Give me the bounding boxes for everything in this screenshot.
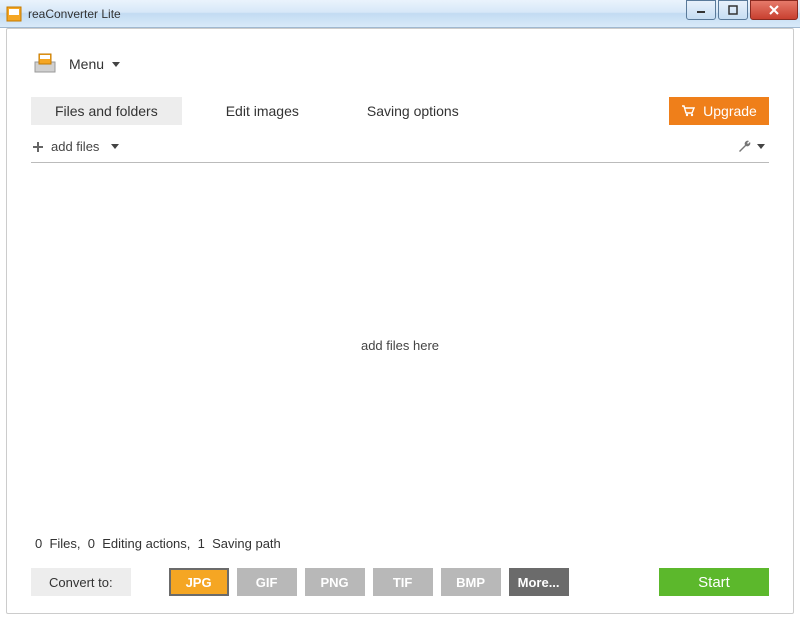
menu-button[interactable]: Menu [69, 56, 120, 72]
actions-label: Editing actions, [102, 536, 190, 551]
bottom-bar: Convert to: JPG GIF PNG TIF BMP More... … [31, 565, 769, 599]
printer-icon [31, 50, 59, 78]
format-jpg-button[interactable]: JPG [169, 568, 229, 596]
close-button[interactable] [750, 0, 798, 20]
app-window: reaConverter Lite Menu Files and folders… [0, 0, 800, 620]
tab-edit-images[interactable]: Edit images [202, 97, 323, 125]
format-tif-button[interactable]: TIF [373, 568, 433, 596]
paths-count: 1 [198, 536, 205, 551]
plus-icon [31, 140, 45, 154]
tab-saving-options[interactable]: Saving options [343, 97, 483, 125]
chevron-down-icon [757, 144, 765, 149]
upgrade-label: Upgrade [703, 103, 757, 119]
actions-count: 0 [88, 536, 95, 551]
menu-label: Menu [69, 56, 104, 72]
titlebar: reaConverter Lite [0, 0, 800, 28]
dropzone-text: add files here [361, 338, 439, 353]
tabs-row: Files and folders Edit images Saving opt… [31, 95, 769, 127]
menu-bar: Menu [31, 45, 769, 83]
format-png-button[interactable]: PNG [305, 568, 365, 596]
wrench-icon [737, 139, 753, 155]
format-gif-button[interactable]: GIF [237, 568, 297, 596]
maximize-button[interactable] [718, 0, 748, 20]
files-label: Files, [49, 536, 80, 551]
upgrade-button[interactable]: Upgrade [669, 97, 769, 125]
add-files-button[interactable]: add files [31, 139, 119, 154]
content-area: Menu Files and folders Edit images Savin… [6, 28, 794, 614]
window-controls [684, 0, 798, 20]
chevron-down-icon [112, 62, 120, 67]
dropzone[interactable]: add files here [31, 163, 769, 528]
cart-icon [681, 105, 695, 117]
start-button[interactable]: Start [659, 568, 769, 596]
format-more-button[interactable]: More... [509, 568, 569, 596]
app-icon [6, 6, 22, 22]
files-count: 0 [35, 536, 42, 551]
toolbar: add files [31, 131, 769, 163]
chevron-down-icon [111, 144, 119, 149]
minimize-button[interactable] [686, 0, 716, 20]
tab-files-and-folders[interactable]: Files and folders [31, 97, 182, 125]
add-files-label: add files [51, 139, 99, 154]
paths-label: Saving path [212, 536, 281, 551]
window-title: reaConverter Lite [28, 7, 684, 21]
convert-to-label: Convert to: [31, 568, 131, 596]
format-bmp-button[interactable]: BMP [441, 568, 501, 596]
settings-button[interactable] [737, 139, 765, 155]
status-bar: 0 Files, 0 Editing actions, 1 Saving pat… [31, 528, 769, 565]
